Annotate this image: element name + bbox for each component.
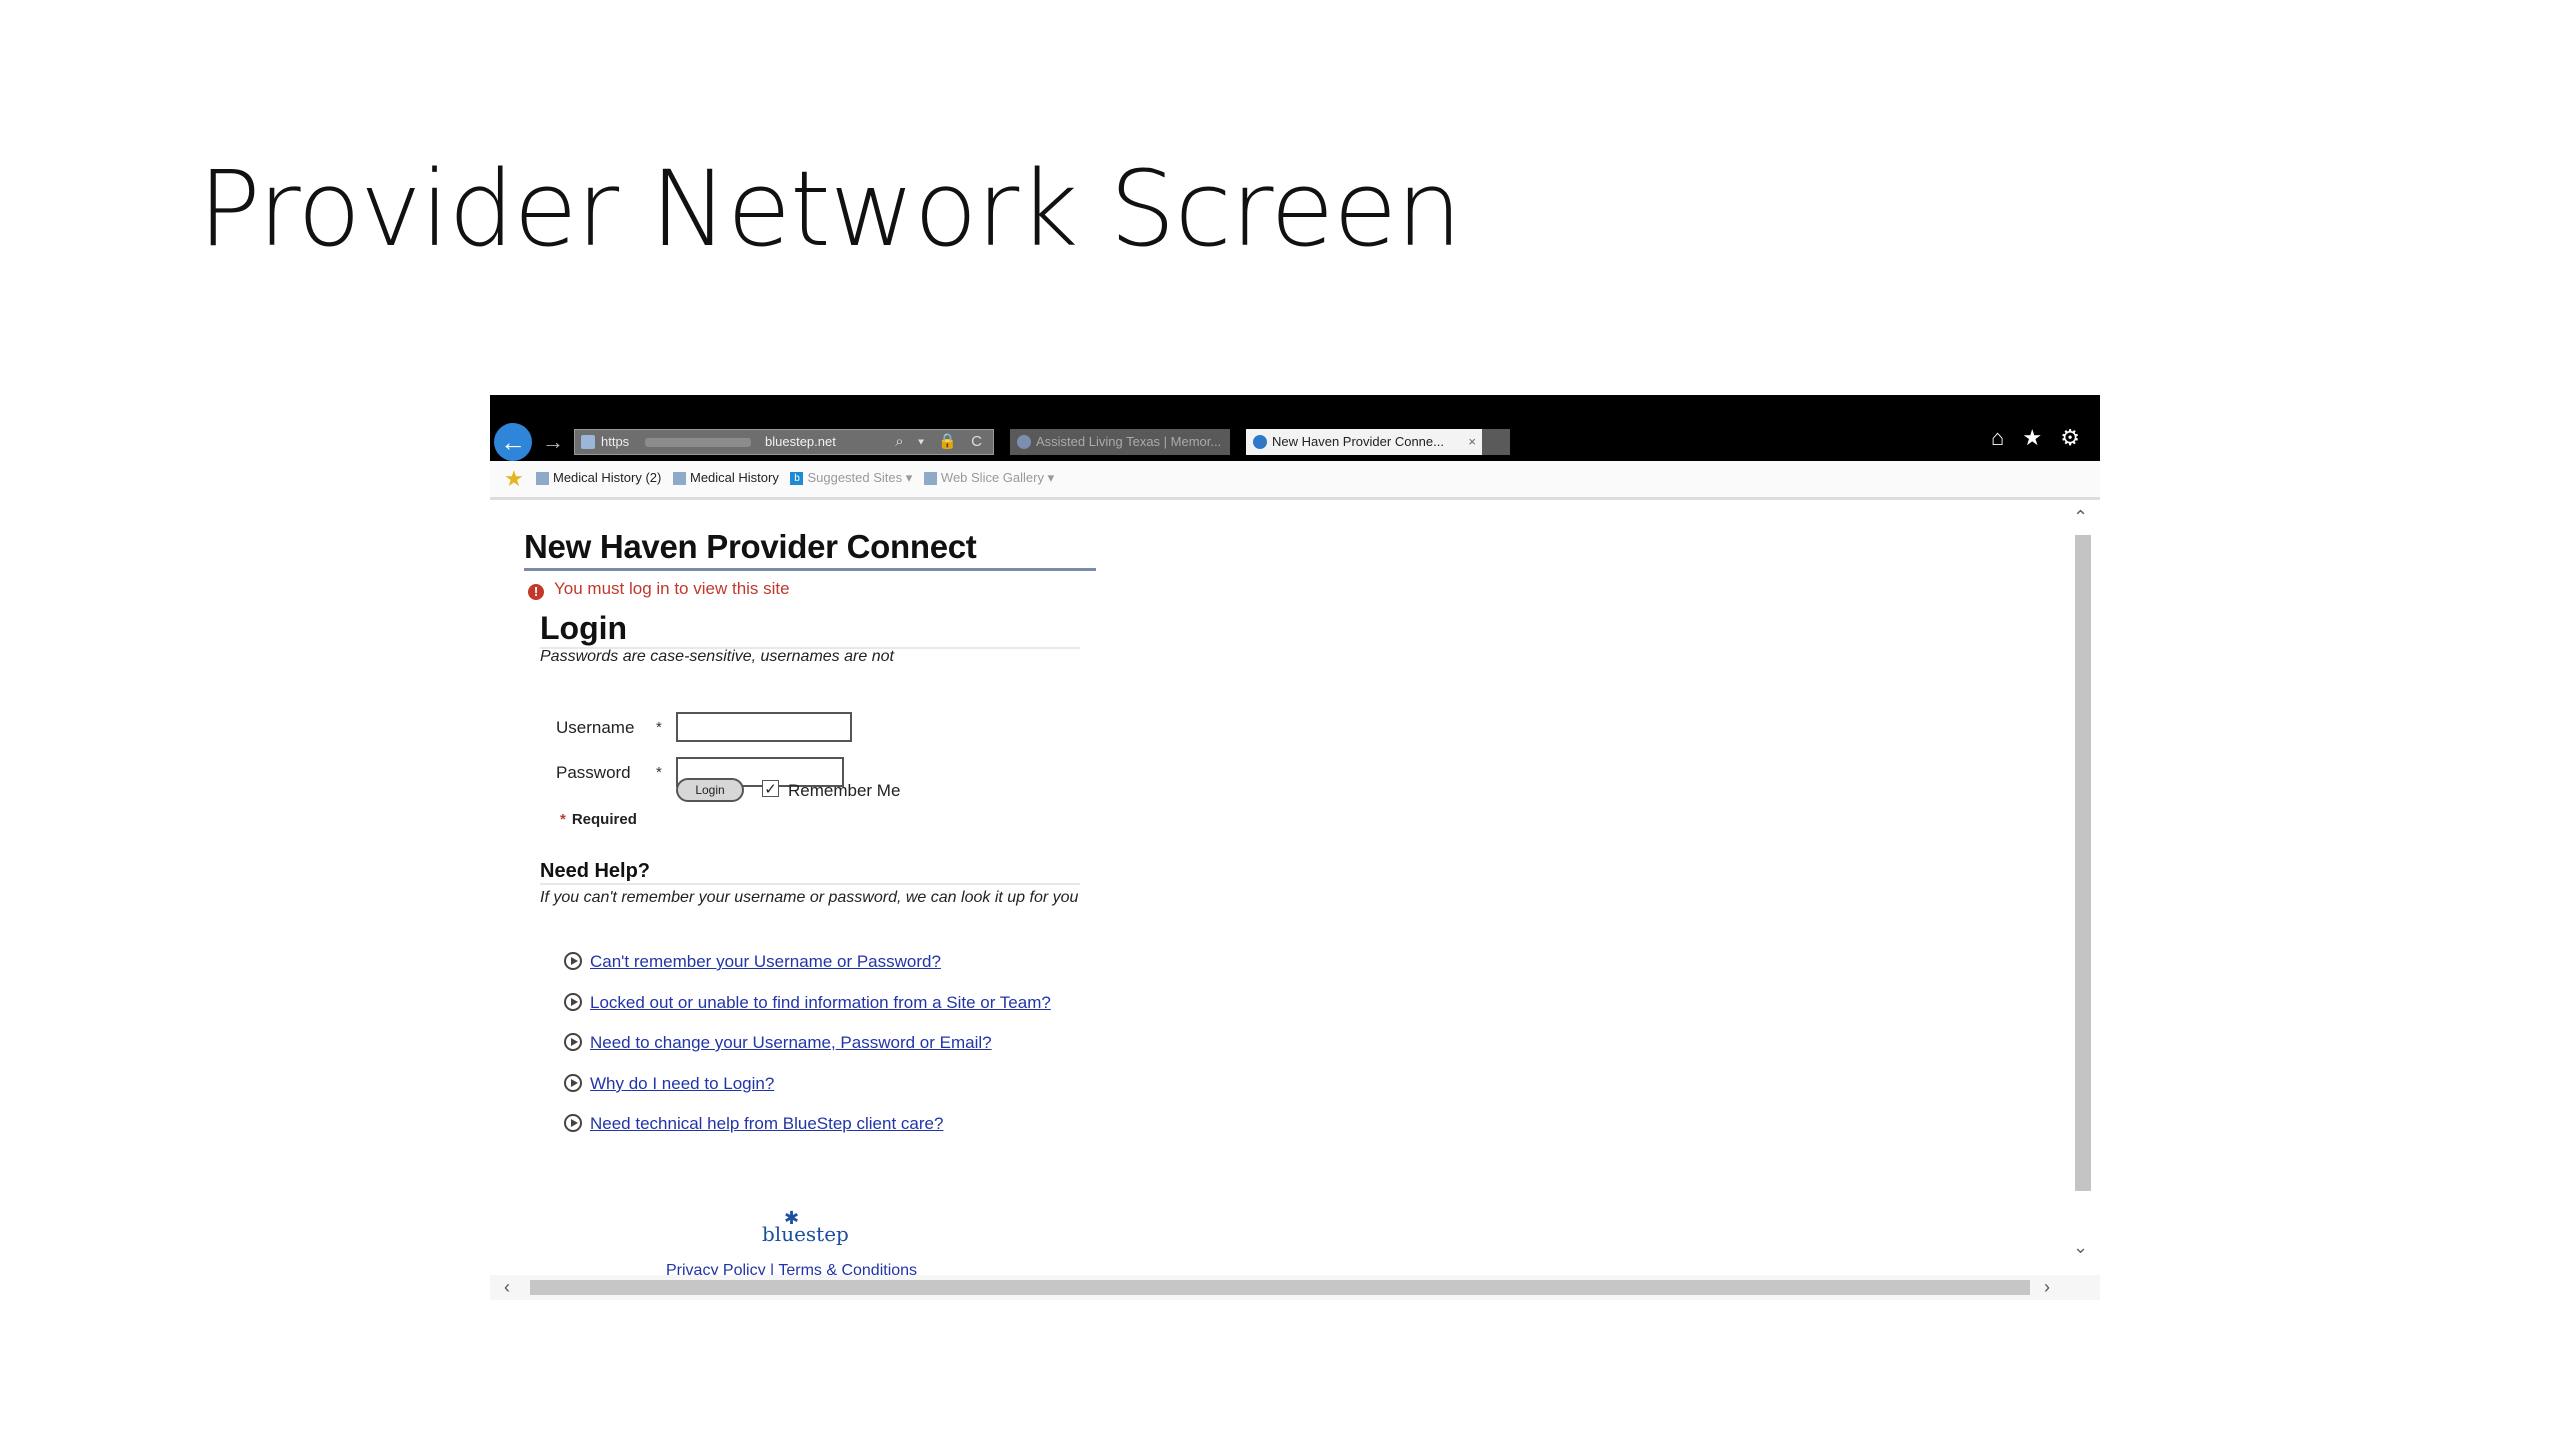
address-scheme: https <box>601 434 630 449</box>
help-link-forgot-credentials[interactable]: Can't remember your Username or Password… <box>564 952 941 972</box>
address-redacted <box>645 438 751 447</box>
login-button[interactable]: Login <box>676 778 744 802</box>
scroll-left-icon[interactable]: ‹ <box>504 1277 510 1298</box>
page-icon <box>923 472 937 486</box>
circle-arrow-icon <box>564 1114 582 1132</box>
favorites-items: Medical History (2) Medical History b Sug… <box>536 470 1062 486</box>
browser-screenshot: ← → https bluestep.net ⌕ ▾ 🔒 C Assisted … <box>490 395 2100 1300</box>
bluestep-logo[interactable]: ✱ bluestep <box>762 1208 849 1246</box>
browser-toolbar: ← → https bluestep.net ⌕ ▾ 🔒 C Assisted … <box>490 395 2100 461</box>
help-link-why-login[interactable]: Why do I need to Login? <box>564 1074 774 1094</box>
checkmark-icon: ✓ <box>764 781 777 798</box>
back-button[interactable]: ← <box>494 423 532 461</box>
help-link-technical-help[interactable]: Need technical help from BlueStep client… <box>564 1114 943 1134</box>
scroll-up-icon[interactable]: ⌃ <box>2073 507 2088 528</box>
favorites-star-icon[interactable]: ★ <box>504 466 524 492</box>
tab-label: New Haven Provider Conne... <box>1272 434 1444 449</box>
help-link-change-credentials[interactable]: Need to change your Username, Password o… <box>564 1033 992 1053</box>
slide-title: Provider Network Screen <box>198 148 1462 270</box>
favorite-suggested-sites[interactable]: b Suggested Sites ▾ <box>790 470 912 486</box>
tab-provider-connect[interactable]: New Haven Provider Conne... × <box>1246 429 1482 455</box>
remember-me-label: Remember Me <box>788 781 901 800</box>
site-favicon-icon <box>581 435 595 449</box>
circle-arrow-icon <box>564 1033 582 1051</box>
horizontal-scroll-thumb[interactable] <box>530 1280 2030 1295</box>
scroll-right-icon[interactable]: › <box>2044 1277 2050 1298</box>
web-page-lower: Login ✓ Remember Me * Required Need Help?… <box>490 500 2062 1279</box>
tab-label: Assisted Living Texas | Memor... <box>1036 434 1222 449</box>
favorite-medical-history-2[interactable]: Medical History (2) <box>536 470 661 486</box>
circle-arrow-icon <box>564 993 582 1011</box>
favorite-medical-history[interactable]: Medical History <box>672 470 779 486</box>
tab-favicon-icon <box>1017 435 1031 449</box>
bing-icon: b <box>790 472 804 486</box>
home-favorites-settings-icons[interactable]: ⌂ ★ ⚙ <box>1991 425 2086 451</box>
snowflake-icon: ✱ <box>784 1208 800 1229</box>
back-arrow-icon: ← <box>500 427 526 457</box>
scroll-down-icon[interactable]: ⌄ <box>2073 1237 2088 1258</box>
forward-button[interactable]: → <box>542 429 564 455</box>
help-text: If you can't remember your username or p… <box>540 889 1079 906</box>
favorite-web-slice-gallery[interactable]: Web Slice Gallery ▾ <box>923 470 1054 486</box>
help-link-locked-out[interactable]: Locked out or unable to find information… <box>564 993 1051 1013</box>
address-bar[interactable]: https bluestep.net ⌕ ▾ 🔒 C <box>574 429 994 455</box>
horizontal-scrollbar[interactable]: ‹ › <box>490 1275 2100 1300</box>
page-icon <box>536 472 549 486</box>
circle-arrow-icon <box>564 1074 582 1092</box>
new-tab-button[interactable] <box>1482 429 1510 455</box>
vertical-scroll-thumb[interactable] <box>2075 535 2091 1191</box>
vertical-scrollbar[interactable]: ⌃ ⌄ <box>2065 505 2095 1271</box>
circle-arrow-icon <box>564 952 582 970</box>
forward-arrow-icon: → <box>542 429 564 454</box>
address-domain: bluestep.net <box>765 434 836 449</box>
address-tools-icons[interactable]: ⌕ ▾ 🔒 C <box>895 432 987 450</box>
remember-me-checkbox[interactable]: ✓ <box>762 780 779 798</box>
tab-favicon-icon <box>1253 435 1267 449</box>
favorites-bar: ★ Medical History (2) Medical History bS… <box>490 461 2100 500</box>
page-icon <box>672 472 686 486</box>
required-note: * Required <box>560 811 637 828</box>
tab-assisted-living[interactable]: Assisted Living Texas | Memor... <box>1010 429 1230 455</box>
tab-close-icon[interactable]: × <box>1468 429 1476 455</box>
help-heading: Need Help? <box>540 860 1080 885</box>
required-star-icon: * <box>560 811 566 828</box>
